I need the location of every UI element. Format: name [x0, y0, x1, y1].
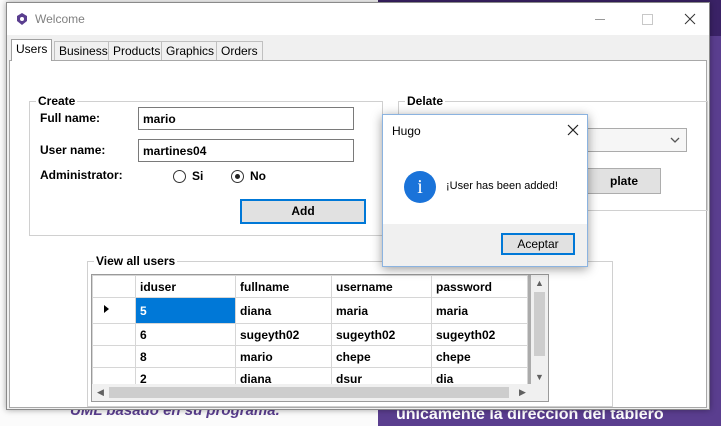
close-button[interactable] — [667, 3, 713, 35]
dialog-title: Hugo — [392, 124, 421, 138]
grid-header-row: iduser fullname username password — [92, 275, 528, 298]
window-title: Welcome — [35, 12, 85, 26]
table-row[interactable]: 5 diana maria maria — [92, 297, 528, 324]
column-header-password[interactable]: password — [431, 275, 528, 298]
tab-users[interactable]: Users — [11, 39, 53, 61]
vertical-scroll-thumb[interactable] — [534, 292, 545, 356]
grid-cell[interactable]: sugeyth02 — [331, 323, 432, 346]
radio-si-label: Si — [192, 169, 204, 183]
vertical-scrollbar[interactable]: ▲ ▼ — [531, 275, 548, 385]
info-icon: i — [404, 171, 436, 203]
grid-cell[interactable]: diana — [235, 297, 332, 324]
admin-radio-no[interactable]: No — [231, 169, 266, 183]
message-dialog: Hugo i ¡User has been added! Aceptar — [382, 114, 588, 267]
grid-cell[interactable]: maria — [431, 297, 528, 324]
dialog-message: ¡User has been added! — [446, 180, 558, 192]
horizontal-scroll-thumb[interactable] — [109, 387, 509, 398]
column-header-iduser[interactable]: iduser — [135, 275, 236, 298]
radio-si-circle[interactable] — [173, 169, 186, 183]
row-header[interactable] — [92, 345, 136, 368]
admin-radio-si[interactable]: Si — [173, 169, 203, 183]
column-header-username[interactable]: username — [331, 275, 432, 298]
grid-cell[interactable]: 6 — [135, 323, 236, 346]
tab-graphics[interactable]: Graphics — [161, 41, 220, 61]
horizontal-scrollbar[interactable]: ◀ ▶ — [92, 384, 533, 401]
username-label: User name: — [40, 143, 106, 157]
maximize-button[interactable] — [623, 3, 669, 35]
grid-corner-header — [92, 275, 136, 298]
grid-cell[interactable]: chepe — [431, 345, 528, 368]
grid-cell[interactable]: 8 — [135, 345, 236, 368]
administrator-label: Administrator: — [40, 168, 123, 182]
scrollbar-corner — [531, 384, 548, 401]
delate-button[interactable]: plate — [587, 168, 661, 194]
row-header-current[interactable] — [92, 297, 136, 324]
scroll-down-icon[interactable]: ▼ — [535, 372, 544, 382]
grid-cell[interactable]: 5 — [135, 297, 236, 324]
grid-cell[interactable]: maria — [331, 297, 432, 324]
chevron-down-icon — [670, 137, 680, 143]
scroll-right-icon[interactable]: ▶ — [519, 387, 526, 398]
scroll-left-icon[interactable]: ◀ — [97, 387, 104, 398]
table-row[interactable]: 8 mario chepe chepe — [92, 345, 528, 368]
grid-cell[interactable]: mario — [235, 345, 332, 368]
minimize-button[interactable] — [577, 3, 623, 35]
grid-cell[interactable]: sugeyth02 — [235, 323, 332, 346]
view-all-users-title: View all users — [94, 254, 178, 268]
tab-orders[interactable]: Orders — [216, 41, 263, 61]
username-input[interactable] — [138, 139, 354, 162]
delate-combobox[interactable] — [587, 128, 687, 152]
delate-group-title: Delate — [405, 94, 446, 108]
fullname-input[interactable] — [138, 107, 354, 130]
users-datagrid[interactable]: iduser fullname username password 5 dian… — [91, 274, 549, 402]
dialog-close-icon[interactable] — [567, 124, 579, 136]
close-icon — [684, 13, 696, 25]
dialog-footer: Aceptar — [383, 224, 587, 266]
column-header-fullname[interactable]: fullname — [235, 275, 332, 298]
main-window: Welcome Users Business Products Graphics… — [6, 2, 710, 410]
grid-cell[interactable]: sugeyth02 — [431, 323, 528, 346]
aceptar-button[interactable]: Aceptar — [501, 233, 575, 255]
fullname-label: Full name: — [40, 111, 101, 125]
radio-no-circle[interactable] — [231, 169, 244, 183]
row-header[interactable] — [92, 323, 136, 346]
tab-business[interactable]: Business — [54, 41, 113, 61]
scroll-up-icon[interactable]: ▲ — [535, 278, 544, 288]
app-icon — [17, 13, 27, 25]
create-group: Create Full name: User name: Administrat… — [29, 94, 383, 236]
radio-no-label: No — [250, 169, 266, 183]
create-group-title: Create — [36, 94, 78, 108]
tab-products[interactable]: Products — [108, 41, 166, 61]
table-row[interactable]: 6 sugeyth02 sugeyth02 sugeyth02 — [92, 323, 528, 346]
grid-cell[interactable]: chepe — [331, 345, 432, 368]
title-bar[interactable]: Welcome — [7, 3, 709, 35]
row-pointer-icon — [104, 305, 109, 313]
delate-button-label: plate — [609, 174, 638, 188]
tab-strip: Users Business Products Graphics Orders — [7, 39, 709, 61]
add-button[interactable]: Add — [240, 199, 366, 224]
